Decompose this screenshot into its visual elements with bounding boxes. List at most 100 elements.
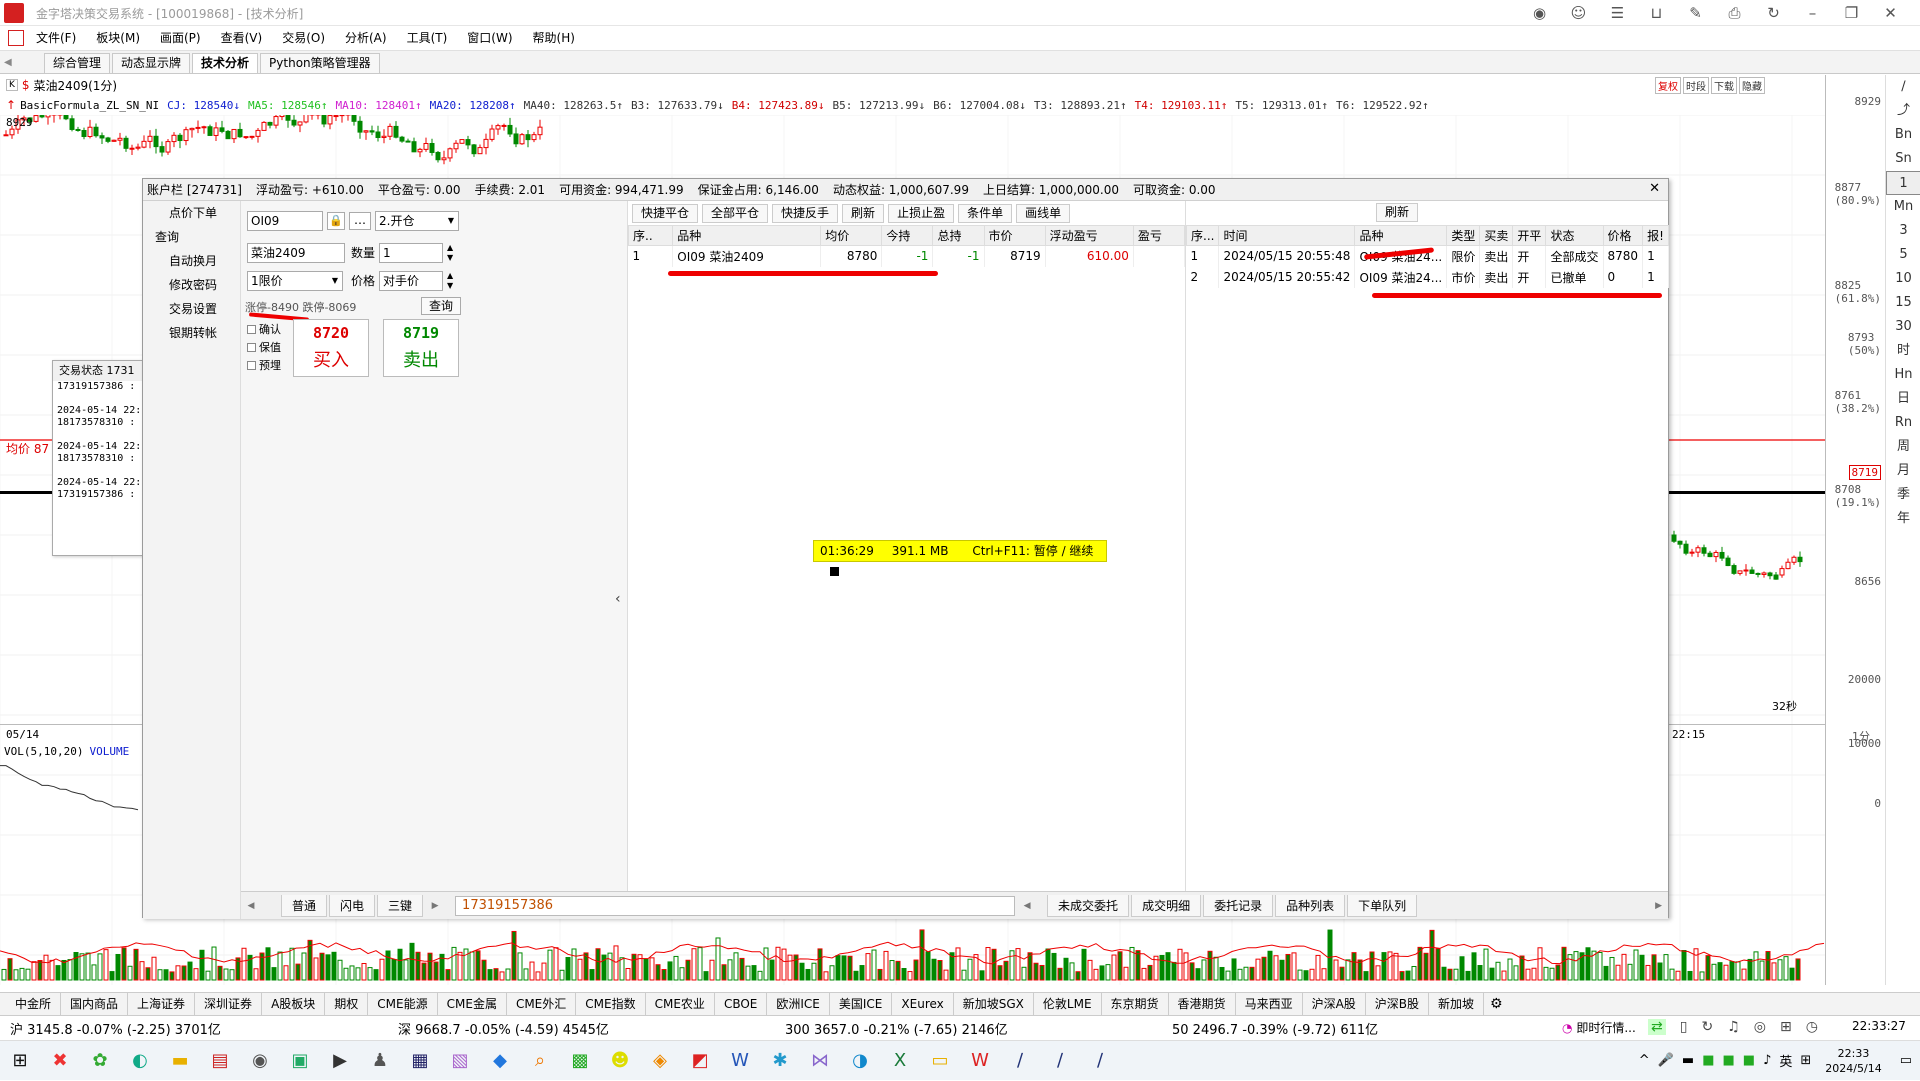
- sell-button[interactable]: 8719 卖出: [383, 319, 459, 377]
- table-row[interactable]: 2 2024/05/15 20:55:42 OI09 菜油24... 市价 卖出开已撤单…: [1186, 266, 1669, 288]
- period-button[interactable]: 月: [1886, 459, 1920, 483]
- order-mode-tab[interactable]: 普通: [281, 894, 328, 917]
- more-icon[interactable]: …: [349, 212, 371, 230]
- live-quote-status[interactable]: ◔ 即时行情...: [1562, 1019, 1636, 1036]
- system-clock[interactable]: 22:33 2024/5/14: [1825, 1046, 1881, 1076]
- trade-window-close-icon[interactable]: ✕: [1649, 181, 1660, 196]
- search-icon[interactable]: ⌕: [520, 1041, 560, 1081]
- screen-recorder-bar[interactable]: 01:36:29 391.1 MB Ctrl+F11: 暂停 / 继续: [813, 540, 1107, 576]
- market-tab[interactable]: 中金所: [6, 993, 62, 1015]
- menu-item[interactable]: 查看(V): [211, 26, 273, 51]
- checkbox-0[interactable]: 确认: [247, 321, 281, 337]
- market-tab[interactable]: XEurex: [892, 993, 954, 1015]
- period-button[interactable]: 10: [1886, 267, 1920, 291]
- windows-start-icon[interactable]: ⊞: [0, 1041, 40, 1081]
- chart-header-button[interactable]: 隐藏: [1739, 77, 1765, 94]
- order-column-header[interactable]: 买卖: [1479, 225, 1514, 246]
- notes-icon[interactable]: ☰: [1598, 2, 1637, 24]
- lock-icon[interactable]: 🔒: [327, 212, 345, 230]
- browser-icon[interactable]: ◑: [840, 1041, 880, 1081]
- menu-item[interactable]: 窗口(W): [457, 26, 522, 51]
- period-button[interactable]: 1: [1886, 171, 1920, 195]
- settings-gear-icon[interactable]: ⚙: [1490, 996, 1503, 1012]
- trade-menu-item[interactable]: 点价下单: [143, 201, 240, 225]
- checkbox-1[interactable]: 保值: [247, 339, 281, 355]
- market-tab[interactable]: 香港期货: [1169, 993, 1236, 1015]
- record-tab[interactable]: 委托记录: [1203, 894, 1274, 917]
- period-button[interactable]: 3: [1886, 219, 1920, 243]
- chart-header-button[interactable]: 时段: [1683, 77, 1709, 94]
- position-column-header[interactable]: 序..: [627, 225, 674, 246]
- disk-icon[interactable]: ◉: [240, 1041, 280, 1081]
- line-tool-icon[interactable]: ∕: [1886, 75, 1920, 99]
- position-column-header[interactable]: 今持: [881, 225, 934, 246]
- explorer-icon[interactable]: ▭: [920, 1041, 960, 1081]
- period-button[interactable]: 年: [1886, 507, 1920, 531]
- market-tab[interactable]: CBOE: [715, 993, 768, 1015]
- qty-input[interactable]: 1: [379, 243, 443, 263]
- market-tab[interactable]: 伦敦LME: [1034, 993, 1102, 1015]
- buy-button[interactable]: 8720 买入: [293, 319, 369, 377]
- market-tab[interactable]: 新加坡SGX: [954, 993, 1034, 1015]
- left-arrow-icon[interactable]: ◀: [241, 901, 261, 911]
- menu-item[interactable]: 画面(P): [150, 26, 211, 51]
- market-tab[interactable]: A股板块: [262, 993, 326, 1015]
- code-input[interactable]: OI09: [247, 211, 323, 231]
- market-tab[interactable]: CME金属: [438, 993, 507, 1015]
- tab-0[interactable]: 综合管理: [44, 53, 111, 73]
- sync-icon[interactable]: ↻: [1701, 1019, 1713, 1035]
- order-column-header[interactable]: 开平: [1512, 225, 1547, 246]
- order-mode-tab[interactable]: 三键: [377, 894, 424, 917]
- edge-icon[interactable]: ◐: [120, 1041, 160, 1081]
- print-icon[interactable]: ⎙: [1715, 2, 1754, 24]
- price-stepper[interactable]: ▲ ▼: [447, 271, 453, 291]
- market-tab[interactable]: CME外汇: [507, 993, 577, 1015]
- menu-item[interactable]: 文件(F): [26, 26, 86, 51]
- market-tab[interactable]: 沪深B股: [1366, 993, 1430, 1015]
- record-tab[interactable]: 品种列表: [1275, 894, 1346, 917]
- period-button[interactable]: 5: [1886, 243, 1920, 267]
- period-button[interactable]: Bn: [1886, 123, 1920, 147]
- order-type-select[interactable]: 1限价 ▼: [247, 271, 343, 291]
- period-button[interactable]: 时: [1886, 339, 1920, 363]
- order-mode-tab[interactable]: 闪电: [329, 894, 376, 917]
- left-arrow-icon[interactable]: ◀: [1017, 901, 1037, 911]
- market-tab[interactable]: CME指数: [576, 993, 646, 1015]
- market-tab[interactable]: 马来西亚: [1236, 993, 1303, 1015]
- pen-icon[interactable]: ∕: [1000, 1041, 1040, 1081]
- tray-green-icon[interactable]: ■: [1702, 1053, 1714, 1068]
- position-toolbar-button[interactable]: 快捷反手: [772, 203, 839, 223]
- right-arrow-icon[interactable]: ▶: [425, 901, 445, 911]
- period-button[interactable]: 30: [1886, 315, 1920, 339]
- trade-menu-item[interactable]: 银期转帐: [143, 321, 240, 345]
- order-column-header[interactable]: 类型: [1446, 225, 1481, 246]
- app-green-icon[interactable]: ✿: [80, 1041, 120, 1081]
- market-tab[interactable]: 新加坡: [1429, 993, 1485, 1015]
- person-icon[interactable]: ♟: [360, 1041, 400, 1081]
- period-button[interactable]: Sn: [1886, 147, 1920, 171]
- save-icon[interactable]: ▦: [400, 1041, 440, 1081]
- position-column-header[interactable]: 均价: [820, 225, 883, 246]
- chart-header-button[interactable]: 复权: [1655, 77, 1681, 94]
- orders-refresh-button[interactable]: 刷新: [1376, 203, 1419, 222]
- video-icon[interactable]: ▶: [320, 1041, 360, 1081]
- market-tab[interactable]: 东京期货: [1102, 993, 1169, 1015]
- k-icon[interactable]: K: [6, 79, 18, 91]
- tray-icon[interactable]: ▬: [1682, 1053, 1694, 1068]
- chip-icon[interactable]: ▣: [280, 1041, 320, 1081]
- period-button[interactable]: 周: [1886, 435, 1920, 459]
- mic-icon[interactable]: 🎤: [1658, 1053, 1674, 1068]
- period-button[interactable]: Rn: [1886, 411, 1920, 435]
- pen-icon[interactable]: ∕: [1040, 1041, 1080, 1081]
- target-icon[interactable]: ◎: [1754, 1019, 1766, 1035]
- edit-icon[interactable]: ✎: [1676, 2, 1715, 24]
- market-tab[interactable]: 深圳证券: [195, 993, 263, 1015]
- trade-status-window[interactable]: 交易状态 1731 17319157386 :2024-05-14 22: 181…: [52, 360, 144, 556]
- position-column-header[interactable]: 浮动盈亏: [1044, 225, 1134, 246]
- market-tab[interactable]: CME能源: [368, 993, 438, 1015]
- menu-item[interactable]: 分析(A): [335, 26, 397, 51]
- notification-icon[interactable]: ▭: [1900, 1053, 1912, 1068]
- period-button[interactable]: 日: [1886, 387, 1920, 411]
- period-button[interactable]: 15: [1886, 291, 1920, 315]
- position-column-header[interactable]: 市价: [983, 225, 1046, 246]
